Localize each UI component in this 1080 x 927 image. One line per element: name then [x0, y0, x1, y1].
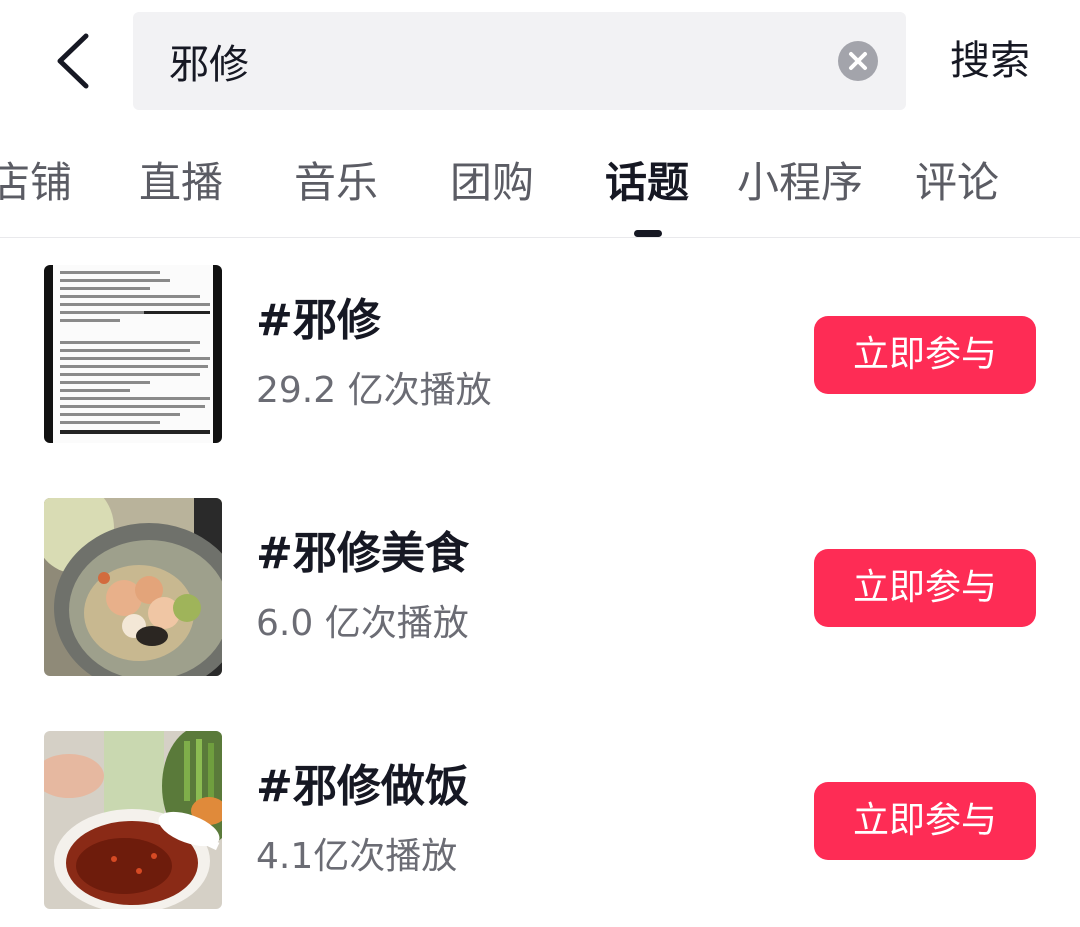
chevron-left-icon: [57, 33, 89, 89]
topic-row[interactable]: #邪修美食 6.0 亿次播放 立即参与: [0, 498, 1080, 676]
join-topic-button[interactable]: 立即参与: [814, 782, 1036, 860]
topic-thumbnail: [44, 731, 222, 909]
active-tab-indicator: [634, 230, 662, 237]
topic-play-count: 29.2 亿次播放: [256, 370, 492, 411]
tab-live[interactable]: 直播: [139, 152, 223, 214]
back-button[interactable]: [48, 30, 104, 92]
tab-mini-programs[interactable]: 小程序: [737, 152, 863, 214]
topic-title[interactable]: #邪修做饭: [256, 757, 469, 817]
topic-play-count: 6.0 亿次播放: [256, 603, 469, 644]
join-topic-button[interactable]: 立即参与: [814, 549, 1036, 627]
topic-thumbnail: [44, 265, 222, 443]
clear-search-button[interactable]: [838, 41, 878, 81]
tab-shops[interactable]: 店铺: [0, 152, 72, 214]
search-input[interactable]: [169, 12, 829, 110]
tab-topics[interactable]: 话题: [605, 152, 689, 214]
topic-title[interactable]: #邪修: [256, 291, 381, 351]
topic-row[interactable]: #邪修 29.2 亿次播放 立即参与: [0, 265, 1080, 443]
topic-title[interactable]: #邪修美食: [256, 524, 469, 584]
topic-thumbnail: [44, 498, 222, 676]
search-submit-button[interactable]: 搜索: [950, 32, 1030, 90]
topic-row[interactable]: #邪修做饭 4.1亿次播放 立即参与: [0, 731, 1080, 909]
tab-music[interactable]: 音乐: [294, 152, 378, 214]
close-icon: [849, 52, 867, 70]
join-topic-button[interactable]: 立即参与: [814, 316, 1036, 394]
tab-group-buy[interactable]: 团购: [450, 152, 534, 214]
topic-play-count: 4.1亿次播放: [256, 836, 458, 877]
tab-comments[interactable]: 评论: [915, 152, 999, 214]
category-tabs: 店铺 直播 音乐 团购 话题 小程序 评论: [0, 142, 1080, 238]
search-bar: [133, 12, 906, 110]
